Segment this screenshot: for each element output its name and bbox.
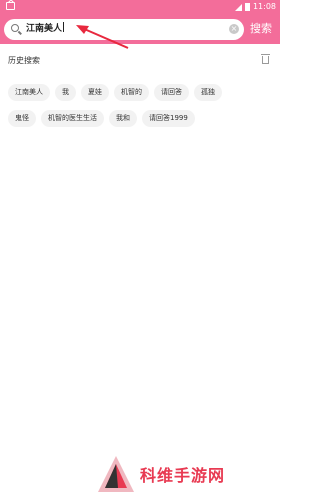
history-tag[interactable]: 请回答 xyxy=(154,84,189,101)
tag-row: 鬼怪 机智的医生生活 我和 请回答1999 xyxy=(8,110,274,127)
history-tags: 江南美人 我 夏娃 机智的 请回答 孤独 鬼怪 机智的医生生活 我和 请回答19… xyxy=(8,84,274,136)
history-tag[interactable]: 我和 xyxy=(109,110,137,127)
history-tag[interactable]: 机智的医生生活 xyxy=(41,110,104,127)
status-bar: 11:08 xyxy=(0,0,280,14)
search-bar: 江南美人 × 搜索 xyxy=(0,14,280,44)
tag-row: 江南美人 我 夏娃 机智的 请回答 孤独 xyxy=(8,84,274,101)
annotation-arrow xyxy=(76,25,129,49)
watermark-logo xyxy=(98,456,134,492)
history-tag[interactable]: 机智的 xyxy=(114,84,149,101)
search-icon xyxy=(11,24,19,32)
history-tag[interactable]: 夏娃 xyxy=(81,84,109,101)
watermark-text: 科维手游网 xyxy=(140,466,226,485)
search-query: 江南美人 xyxy=(26,22,65,34)
notification-icon xyxy=(6,2,15,10)
status-icons: 11:08 xyxy=(234,2,276,12)
history-tag[interactable]: 我 xyxy=(55,84,76,101)
history-tag[interactable]: 鬼怪 xyxy=(8,110,36,127)
history-tag[interactable]: 孤独 xyxy=(194,84,222,101)
watermark: 科维手游网 xyxy=(96,454,276,494)
trash-icon[interactable] xyxy=(261,54,270,64)
signal-icon xyxy=(234,3,242,11)
search-button[interactable]: 搜索 xyxy=(250,22,272,36)
clock: 11:08 xyxy=(252,2,276,11)
battery-icon xyxy=(244,3,250,11)
clear-icon[interactable]: × xyxy=(229,24,239,34)
history-title: 历史搜索 xyxy=(8,56,40,65)
history-tag[interactable]: 江南美人 xyxy=(8,84,50,101)
history-tag[interactable]: 请回答1999 xyxy=(142,110,195,127)
